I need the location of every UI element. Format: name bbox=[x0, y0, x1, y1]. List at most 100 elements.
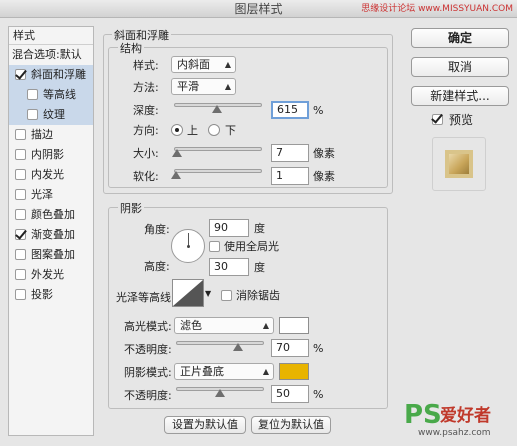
preview-checkbox[interactable] bbox=[432, 114, 443, 125]
shadow-opacity-unit: % bbox=[313, 388, 324, 401]
highlight-opacity-label: 不透明度: bbox=[124, 343, 172, 356]
bevel-style-select[interactable]: 内斜面 ▲ bbox=[171, 56, 236, 73]
style-checkbox[interactable] bbox=[15, 229, 26, 240]
slider-thumb[interactable] bbox=[170, 171, 181, 179]
direction-down-radio[interactable] bbox=[208, 124, 220, 136]
soften-field[interactable]: 1 bbox=[271, 167, 309, 185]
shadow-color-swatch[interactable] bbox=[279, 363, 309, 380]
slider-track bbox=[174, 147, 262, 151]
size-field[interactable]: 7 bbox=[271, 144, 309, 162]
style-checkbox[interactable] bbox=[15, 269, 26, 280]
style-item-label: 等高线 bbox=[43, 88, 76, 101]
style-checkbox[interactable] bbox=[15, 209, 26, 220]
technique-select[interactable]: 平滑 ▲ bbox=[171, 78, 236, 95]
soften-value: 1 bbox=[276, 169, 283, 182]
style-item-label: 纹理 bbox=[43, 108, 65, 121]
slider-track bbox=[176, 341, 264, 345]
highlight-opacity-unit: % bbox=[313, 342, 324, 355]
preview-swatch bbox=[445, 150, 473, 178]
altitude-field[interactable]: 30 bbox=[209, 258, 249, 276]
angle-dial-icon[interactable] bbox=[171, 229, 205, 263]
depth-label: 深度: bbox=[133, 104, 159, 117]
style-checkbox[interactable] bbox=[15, 249, 26, 260]
style-item[interactable]: 内发光 bbox=[9, 165, 93, 185]
contour-shape bbox=[173, 280, 203, 306]
ok-button[interactable]: 确定 bbox=[411, 28, 509, 48]
style-item[interactable]: 外发光 bbox=[9, 265, 93, 285]
highlight-mode-select[interactable]: 滤色 ▲ bbox=[174, 317, 274, 334]
angle-unit: 度 bbox=[254, 222, 265, 235]
style-item[interactable]: 斜面和浮雕 bbox=[9, 65, 93, 85]
watermark-text: 思缘设计论坛 www.MISSYUAN.COM bbox=[361, 4, 513, 14]
size-label: 大小: bbox=[133, 147, 159, 160]
soften-label: 软化: bbox=[133, 170, 159, 183]
slider-thumb[interactable] bbox=[171, 149, 182, 157]
style-item[interactable]: 投影 bbox=[9, 285, 93, 305]
style-item[interactable]: 渐变叠加 bbox=[9, 225, 93, 245]
shadow-opacity-field[interactable]: 50 bbox=[271, 385, 309, 403]
contour-dropdown-arrow-icon[interactable]: ▼ bbox=[205, 289, 211, 298]
style-item[interactable]: 等高线 bbox=[9, 85, 93, 105]
slider-thumb[interactable] bbox=[215, 389, 225, 397]
style-checkbox[interactable] bbox=[15, 289, 26, 300]
watermark-logo: PS 爱好者 www.psahz.com bbox=[404, 400, 514, 442]
style-checkbox[interactable] bbox=[15, 149, 26, 160]
size-slider[interactable] bbox=[171, 143, 262, 157]
preview-label: 预览 bbox=[449, 113, 474, 127]
style-checkbox[interactable] bbox=[15, 169, 26, 180]
make-default-button[interactable]: 设置为默认值 bbox=[164, 416, 246, 434]
style-item-label: 颜色叠加 bbox=[31, 208, 75, 221]
technique-label: 方法: bbox=[133, 81, 159, 94]
style-checkbox[interactable] bbox=[27, 109, 38, 120]
dropdown-arrow-icon: ▲ bbox=[224, 60, 231, 69]
style-item-label: 投影 bbox=[31, 288, 53, 301]
dropdown-arrow-icon: ▲ bbox=[224, 82, 231, 91]
soften-slider[interactable] bbox=[170, 165, 262, 179]
style-item[interactable]: 图案叠加 bbox=[9, 245, 93, 265]
technique-value: 平滑 bbox=[177, 80, 199, 93]
shadow-opacity-slider[interactable] bbox=[176, 383, 264, 397]
slider-thumb[interactable] bbox=[212, 105, 223, 113]
style-checkbox[interactable] bbox=[15, 129, 26, 140]
style-item[interactable]: 描边 bbox=[9, 125, 93, 145]
style-item[interactable]: 内阴影 bbox=[9, 145, 93, 165]
dropdown-arrow-icon: ▲ bbox=[262, 367, 269, 376]
bevel-style-value: 内斜面 bbox=[177, 58, 210, 71]
shadow-mode-value: 正片叠底 bbox=[180, 365, 224, 378]
direction-down-label: 下 bbox=[225, 124, 236, 137]
highlight-color-swatch[interactable] bbox=[279, 317, 309, 334]
angle-field[interactable]: 90 bbox=[209, 219, 249, 237]
highlight-opacity-field[interactable]: 70 bbox=[271, 339, 309, 357]
style-checkbox[interactable] bbox=[15, 69, 26, 80]
anti-alias-checkbox[interactable] bbox=[221, 290, 232, 301]
style-checkbox[interactable] bbox=[15, 189, 26, 200]
style-item-label: 渐变叠加 bbox=[31, 228, 75, 241]
angle-center bbox=[187, 245, 190, 248]
logo-ps: PS bbox=[404, 400, 442, 430]
blending-options-item[interactable]: 混合选项:默认 bbox=[9, 45, 93, 65]
style-item[interactable]: 颜色叠加 bbox=[9, 205, 93, 225]
style-checkbox[interactable] bbox=[27, 89, 38, 100]
styles-header[interactable]: 样式 bbox=[9, 27, 93, 45]
logo-url: www.psahz.com bbox=[418, 428, 491, 438]
cancel-button[interactable]: 取消 bbox=[411, 57, 509, 77]
altitude-label: 高度: bbox=[144, 260, 170, 273]
contour-curve-icon[interactable] bbox=[172, 279, 204, 307]
depth-field[interactable]: 615 bbox=[271, 101, 309, 119]
altitude-value: 30 bbox=[214, 260, 228, 273]
style-item[interactable]: 纹理 bbox=[9, 105, 93, 125]
new-style-button[interactable]: 新建样式... bbox=[411, 86, 509, 106]
window-title: 图层样式 bbox=[234, 2, 283, 16]
depth-slider[interactable] bbox=[174, 99, 262, 113]
logo-text: 爱好者 bbox=[440, 406, 491, 426]
style-label: 样式: bbox=[133, 59, 159, 72]
gloss-contour-label: 光泽等高线: bbox=[116, 291, 175, 304]
angle-label: 角度: bbox=[144, 223, 170, 236]
shadow-mode-select[interactable]: 正片叠底 ▲ bbox=[174, 363, 274, 380]
global-light-checkbox[interactable] bbox=[209, 241, 220, 252]
direction-up-radio[interactable] bbox=[171, 124, 183, 136]
style-item[interactable]: 光泽 bbox=[9, 185, 93, 205]
reset-default-button[interactable]: 复位为默认值 bbox=[251, 416, 331, 434]
highlight-opacity-slider[interactable] bbox=[176, 337, 264, 351]
slider-thumb[interactable] bbox=[232, 343, 243, 351]
